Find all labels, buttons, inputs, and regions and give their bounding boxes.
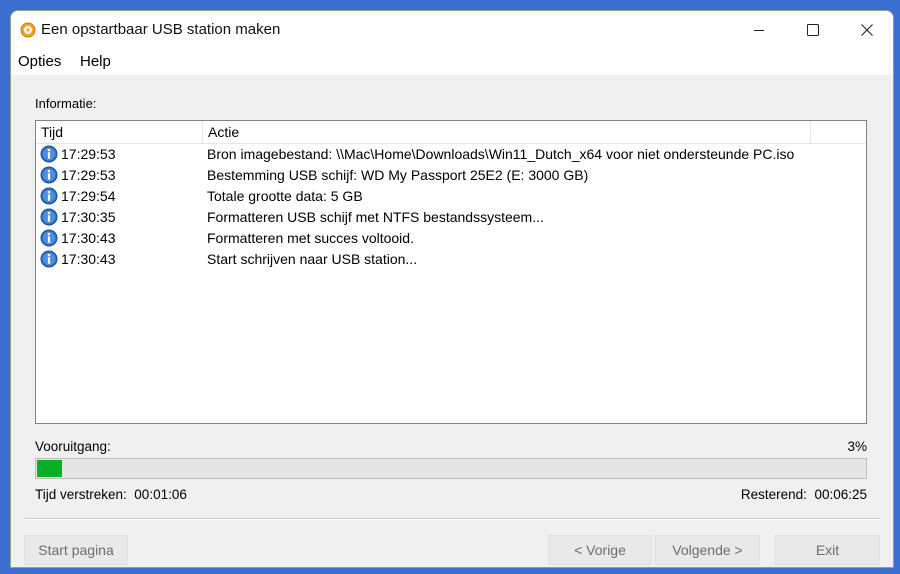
title-bar[interactable]: Een opstartbaar USB station maken <box>11 11 893 49</box>
progress-bar <box>35 458 867 479</box>
progress-label: Vooruitgang: <box>35 439 111 454</box>
list-item[interactable]: 17:30:43 Start schrijven naar USB station… <box>36 249 866 270</box>
disc-icon <box>20 22 36 38</box>
log-message: Formatteren USB schijf met NTFS bestands… <box>207 209 544 225</box>
list-item[interactable]: 17:29:53 Bestemming USB schijf: WD My Pas… <box>36 165 866 186</box>
remaining-time: Resterend: 00:06:25 <box>741 487 867 502</box>
log-time: 17:29:54 <box>61 188 116 204</box>
exit-button[interactable]: Exit <box>775 535 880 565</box>
log-message: Totale grootte data: 5 GB <box>207 188 363 204</box>
close-icon <box>861 24 873 36</box>
log-message: Bestemming USB schijf: WD My Passport 25… <box>207 167 589 183</box>
close-button[interactable] <box>840 11 893 49</box>
log-message: Bron imagebestand: \\Mac\Home\Downloads\… <box>207 146 795 162</box>
remaining-value: 00:06:25 <box>814 487 867 502</box>
minimize-icon <box>754 30 764 31</box>
minimize-button[interactable] <box>732 11 786 49</box>
previous-button[interactable]: < Vorige <box>548 535 652 565</box>
log-list[interactable]: Tijd Actie 17:29:53 Bron imagebestand: \\… <box>35 120 867 424</box>
menu-opties[interactable]: Opties <box>18 53 61 70</box>
window-title: Een opstartbaar USB station maken <box>41 21 281 38</box>
next-button[interactable]: Volgende > <box>655 535 760 565</box>
log-time: 17:30:43 <box>61 230 116 246</box>
start-page-button[interactable]: Start pagina <box>24 535 128 565</box>
info-label: Informatie: <box>35 96 97 111</box>
remaining-label: Resterend: <box>740 487 807 502</box>
list-item[interactable]: 17:30:43 Formatteren met succes voltooid. <box>36 228 866 249</box>
menu-help[interactable]: Help <box>80 53 111 70</box>
progress-percent: 3% <box>847 439 867 454</box>
progress-fill <box>37 460 62 477</box>
log-time: 17:29:53 <box>61 146 116 162</box>
info-icon <box>40 250 58 268</box>
log-message: Start schrijven naar USB station... <box>207 251 418 267</box>
list-item[interactable]: 17:29:54 Totale grootte data: 5 GB <box>36 186 866 207</box>
info-icon <box>40 208 58 226</box>
elapsed-time: Tijd verstreken: 00:01:06 <box>35 487 187 502</box>
list-item[interactable]: 17:29:53 Bron imagebestand: \\Mac\Home\Do… <box>36 144 866 165</box>
maximize-icon <box>807 24 819 36</box>
list-item[interactable]: 17:30:35 Formatteren USB schijf met NTFS … <box>36 207 866 228</box>
info-icon <box>40 166 58 184</box>
log-time: 17:30:35 <box>61 209 116 225</box>
list-header: Tijd Actie <box>36 121 866 144</box>
app-window: Een opstartbaar USB station maken Opties… <box>10 10 894 568</box>
maximize-button[interactable] <box>786 11 840 49</box>
log-time: 17:29:53 <box>61 167 116 183</box>
menu-bar: Opties Help <box>11 49 893 75</box>
info-icon <box>40 187 58 205</box>
info-icon <box>40 229 58 247</box>
divider <box>25 518 881 520</box>
log-time: 17:30:43 <box>61 251 116 267</box>
elapsed-label: Tijd verstreken: <box>35 487 127 502</box>
elapsed-value: 00:01:06 <box>134 487 187 502</box>
column-header-time[interactable]: Tijd <box>36 121 203 143</box>
info-icon <box>40 145 58 163</box>
log-message: Formatteren met succes voltooid. <box>207 230 414 246</box>
column-header-action[interactable]: Actie <box>203 121 811 143</box>
